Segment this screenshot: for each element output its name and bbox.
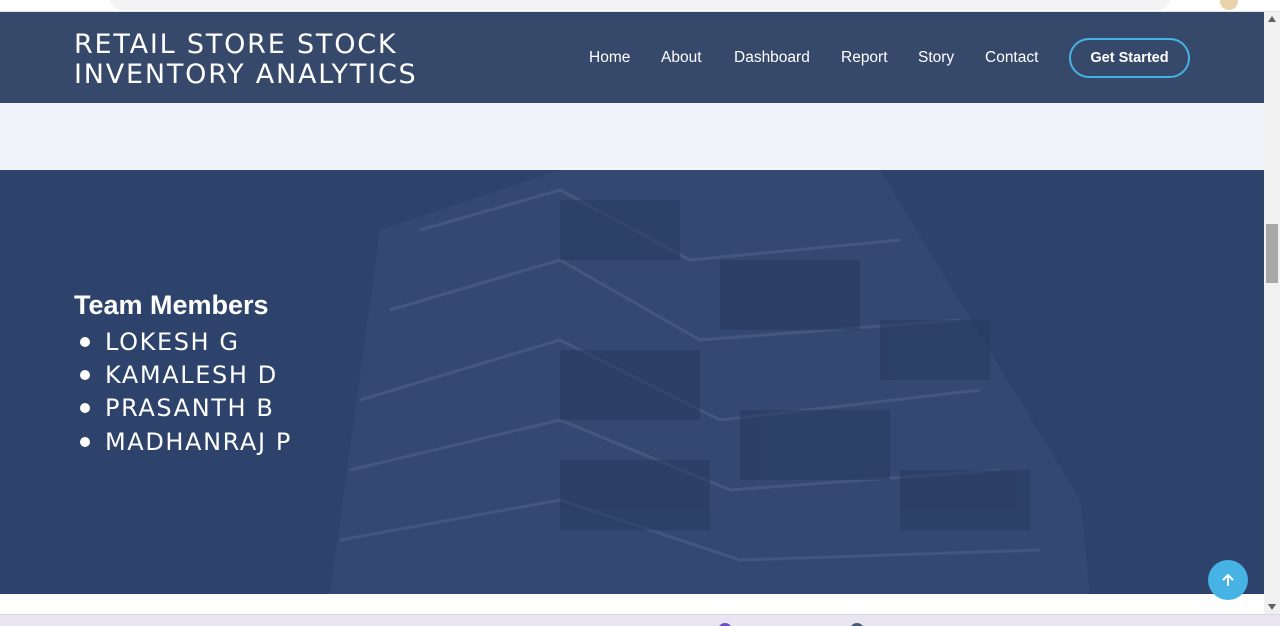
nav-about[interactable]: About — [661, 49, 702, 67]
back-to-top-button[interactable] — [1208, 560, 1248, 600]
member-name: MADHANRAJ P — [105, 427, 292, 456]
profile-avatar[interactable] — [1220, 0, 1238, 10]
list-item: LOKESH G — [80, 325, 292, 358]
taskbar — [0, 614, 1280, 626]
address-bar[interactable] — [110, 0, 1170, 10]
bullet-icon — [80, 436, 90, 447]
scroll-thumb[interactable] — [1266, 224, 1278, 283]
bullet-icon — [80, 369, 90, 380]
site-header: RETAIL STORE STOCK INVENTORY ANALYTICS H… — [0, 12, 1264, 103]
nav-dashboard[interactable]: Dashboard — [734, 49, 810, 67]
scroll-up-button[interactable] — [1264, 12, 1280, 26]
nav-home[interactable]: Home — [589, 49, 630, 67]
team-members-heading: Team Members — [74, 290, 269, 320]
browser-toolbar — [0, 0, 1280, 12]
nav-contact[interactable]: Contact — [985, 49, 1038, 67]
light-section — [0, 103, 1264, 170]
arrow-up-icon — [1222, 574, 1234, 586]
get-started-button[interactable]: Get Started — [1069, 38, 1190, 78]
team-section: Team Members LOKESH G KAMALESH D PRASANT… — [0, 170, 1264, 594]
list-item: KAMALESH D — [80, 358, 292, 391]
bullet-icon — [80, 403, 90, 414]
nav-story[interactable]: Story — [918, 49, 954, 67]
nav-report[interactable]: Report — [841, 49, 888, 67]
member-name: PRASANTH B — [105, 394, 275, 423]
list-item: PRASANTH B — [80, 392, 292, 425]
triangle-down-icon — [1268, 604, 1276, 610]
team-members-list: LOKESH G KAMALESH D PRASANTH B MADHANRAJ… — [80, 325, 292, 458]
vertical-scrollbar[interactable] — [1264, 12, 1280, 614]
scroll-down-button[interactable] — [1264, 600, 1280, 614]
member-name: KAMALESH D — [105, 360, 278, 389]
bullet-icon — [80, 336, 90, 347]
main-nav: Home About Dashboard Report Story Contac… — [0, 12, 1264, 103]
list-item: MADHANRAJ P — [80, 425, 292, 458]
member-name: LOKESH G — [105, 327, 240, 356]
triangle-up-icon — [1268, 16, 1276, 22]
